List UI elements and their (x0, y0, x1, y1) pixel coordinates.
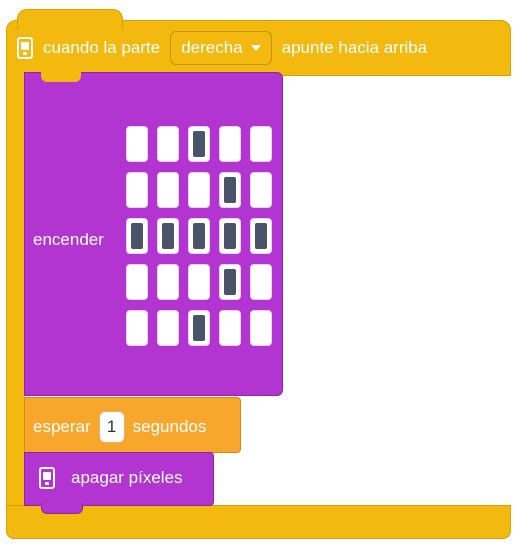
seconds-input[interactable]: 1 (98, 411, 125, 443)
wait-label-suffix: segundos (132, 417, 207, 436)
pixel-1-3[interactable] (219, 172, 241, 208)
pixel-3-4[interactable] (250, 264, 272, 300)
pixel-2-3[interactable] (219, 218, 241, 254)
light-up-label: encender (33, 230, 104, 249)
pixel-3-3[interactable] (219, 264, 241, 300)
hat-block-arm (6, 72, 24, 514)
hub-icon (39, 467, 55, 489)
pixel-1-1[interactable] (157, 172, 179, 208)
turn-off-pixels-label: apagar píxeles (71, 468, 183, 487)
pixel-1-0[interactable] (126, 172, 148, 208)
pixel-1-4[interactable] (250, 172, 272, 208)
pixel-0-4[interactable] (250, 126, 272, 162)
pixel-4-0[interactable] (126, 310, 148, 346)
side-dropdown[interactable]: derecha (170, 31, 272, 65)
pixel-4-4[interactable] (250, 310, 272, 346)
pixel-3-0[interactable] (126, 264, 148, 300)
pixel-3-1[interactable] (157, 264, 179, 300)
wait-label-prefix: esperar (33, 417, 91, 436)
pixel-0-3[interactable] (219, 126, 241, 162)
pixel-0-2[interactable] (188, 126, 210, 162)
pixel-0-1[interactable] (157, 126, 179, 162)
wait-seconds-block[interactable]: esperar 1 segundos (24, 397, 241, 453)
caret-down-icon (250, 45, 261, 51)
pixel-4-3[interactable] (219, 310, 241, 346)
pixel-matrix[interactable] (126, 126, 272, 346)
hat-row: cuando la parte derecha apunte hacia arr… (17, 29, 427, 67)
pixel-3-2[interactable] (188, 264, 210, 300)
pixel-4-2[interactable] (188, 310, 210, 346)
pixel-1-2[interactable] (188, 172, 210, 208)
pixel-4-1[interactable] (157, 310, 179, 346)
pixel-0-0[interactable] (126, 126, 148, 162)
pixel-2-1[interactable] (157, 218, 179, 254)
light-up-matrix-block[interactable]: encender (24, 72, 283, 396)
hub-icon (17, 37, 33, 59)
pixel-2-0[interactable] (126, 218, 148, 254)
pixel-2-4[interactable] (250, 218, 272, 254)
turn-off-pixels-block[interactable]: apagar píxeles (24, 452, 214, 514)
pixel-2-2[interactable] (188, 218, 210, 254)
when-hub-oriented-block[interactable]: cuando la parte derecha apunte hacia arr… (6, 9, 511, 76)
side-dropdown-value: derecha (181, 38, 243, 57)
hat-label-prefix: cuando la parte (43, 38, 161, 57)
hat-label-suffix: apunte hacia arriba (281, 38, 428, 57)
